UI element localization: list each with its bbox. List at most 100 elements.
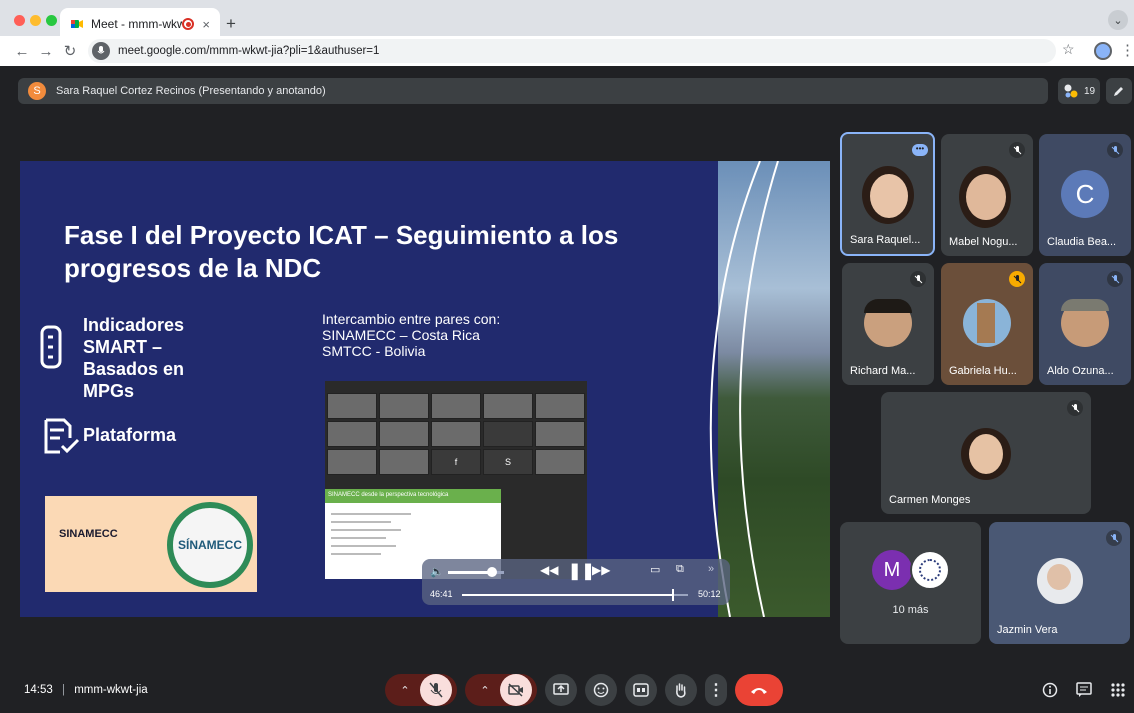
muted-microphone-icon [910,271,926,287]
participant-tile[interactable]: Aldo Ozuna... [1039,263,1131,385]
seek-bar[interactable] [462,589,688,601]
thumb-tile [327,421,377,447]
participant-tile[interactable]: Gabriela Hu... [941,263,1033,385]
thumb-tile [535,421,585,447]
decorative-arcs [709,161,779,617]
slide-bullet-platform: Plataforma [83,425,177,445]
meet-stage: S Sara Raquel Cortez Recinos (Presentand… [8,66,1134,713]
chat-icon[interactable] [1076,682,1092,698]
rewind-icon[interactable]: ◀◀ [540,563,558,577]
microphone-toggle-button[interactable] [420,674,452,706]
shared-slide: Fase I del Proyecto ICAT – Seguimiento a… [20,161,830,617]
reload-icon[interactable]: ↻ [60,41,80,61]
participant-name: Richard Ma... [850,365,916,377]
thumb-tile [483,421,533,447]
pause-icon[interactable]: ❚❚ [568,561,595,581]
sinamecc-logo-box: SINAMECC SÍNAMECC [45,496,257,592]
present-icon [553,683,569,695]
seal-text: SÍNAMECC [177,538,242,552]
muted-microphone-icon [429,682,443,698]
thumb-tile [327,449,377,475]
participant-tile[interactable]: ••• Sara Raquel... [840,132,935,256]
others-tile[interactable]: M 10 más [840,522,981,644]
volume-slider[interactable] [448,567,504,577]
muted-microphone-icon [1107,142,1123,158]
participants-button[interactable]: 19 [1058,78,1100,104]
forward-icon[interactable]: → [36,41,56,61]
tab-search-chevron-icon[interactable]: ⌄ [1108,10,1128,30]
camera-toggle-button[interactable] [500,674,532,706]
meeting-details-info-icon[interactable] [1042,682,1058,698]
participant-name: Aldo Ozuna... [1047,365,1114,377]
minimize-window-button[interactable] [30,15,41,26]
current-time-label: 14:53 [24,684,53,696]
airplay-icon[interactable]: ▭ [650,563,660,576]
participant-tile[interactable]: Jazmin Vera [989,522,1130,644]
audio-options-chevron-icon[interactable]: ⌃ [390,684,420,697]
slide-title: Fase I del Proyecto ICAT – Seguimiento a… [64,220,619,283]
browser-menu-icon[interactable]: ⋮ [1120,41,1134,59]
profile-avatar[interactable] [1094,42,1112,60]
slide-peer-costa-rica: SINAMECC – Costa Rica [322,327,480,343]
more-options-icon[interactable]: » [708,563,714,575]
participant-tile[interactable]: Mabel Nogu... [941,134,1033,256]
bookmark-star-icon[interactable]: ☆ [1062,41,1075,58]
close-window-button[interactable] [14,15,25,26]
captions-button[interactable] [625,674,657,706]
annotate-button[interactable] [1106,78,1132,104]
more-options-button[interactable]: ⋮ [705,674,727,706]
people-icon [1064,84,1078,98]
new-tab-button[interactable]: + [226,14,236,34]
current-time: 46:41 [430,589,453,599]
thumb-tile-initial: S [483,449,533,475]
seal-avatar-icon [910,550,950,590]
participant-name: Gabriela Hu... [949,365,1017,377]
leave-call-button[interactable] [735,674,783,706]
participant-face [870,174,908,218]
volume-icon[interactable]: 🔈 [430,565,444,578]
tab-strip: Meet - mmm-wkwt-jia × + ⌄ [0,0,1134,40]
participant-name: Mabel Nogu... [949,236,1018,248]
reactions-button[interactable] [585,674,617,706]
thumb-tile [483,393,533,419]
closed-captions-icon [633,683,649,697]
close-tab-icon[interactable]: × [202,17,210,32]
fast-forward-icon[interactable]: ▶▶ [592,563,610,577]
thumb-tile [431,421,481,447]
participant-tile[interactable]: C Claudia Bea... [1039,134,1131,256]
participant-count: 19 [1083,85,1096,97]
back-icon[interactable]: ← [12,41,32,61]
address-bar[interactable]: meet.google.com/mmm-wkwt-jia?pli=1&authu… [88,39,1056,63]
meeting-code: mmm-wkwt-jia [74,684,148,696]
participant-tile[interactable]: Richard Ma... [842,263,934,385]
presenter-label: Sara Raquel Cortez Recinos (Presentando … [56,85,326,97]
participant-name: Claudia Bea... [1047,236,1117,248]
muted-microphone-icon [1009,142,1025,158]
url-text: meet.google.com/mmm-wkwt-jia?pli=1&authu… [118,45,380,57]
presenter-banner: S Sara Raquel Cortez Recinos (Presentand… [18,78,1048,104]
speaking-indicator-icon: ••• [912,144,928,156]
participant-name: Carmen Monges [889,494,971,506]
video-options-chevron-icon[interactable]: ⌃ [470,684,500,697]
participant-tile[interactable]: Carmen Monges [881,392,1091,514]
more-participants-label: 10 más [892,604,929,616]
picture-in-picture-icon[interactable]: ⧉ [676,563,684,576]
maximize-window-button[interactable] [46,15,57,26]
participant-avatar: C [1061,170,1109,218]
side-controls [1042,682,1126,698]
video-player-controls: 🔈 ◀◀ ❚❚ ▶▶ ▭ ⧉ » 46:41 50:12 [422,559,730,605]
thumb-tile [327,393,377,419]
activities-grid-icon[interactable] [1110,682,1126,698]
thumb-tile [535,449,585,475]
camera-group: ⌃ [465,674,537,706]
browser-toolbar: ← → ↻ meet.google.com/mmm-wkwt-jia?pli=1… [0,36,1134,66]
present-screen-button[interactable] [545,674,577,706]
participant-avatar: M [872,550,912,590]
slide-peer-block: Intercambio entre pares con: SINAMECC – … [322,311,500,359]
thumb-tile [535,393,585,419]
thumb-tile [379,393,429,419]
raise-hand-button[interactable] [665,674,697,706]
microphone-site-icon[interactable] [92,42,110,60]
microphone-group: ⌃ [385,674,457,706]
thumb-tile [379,421,429,447]
